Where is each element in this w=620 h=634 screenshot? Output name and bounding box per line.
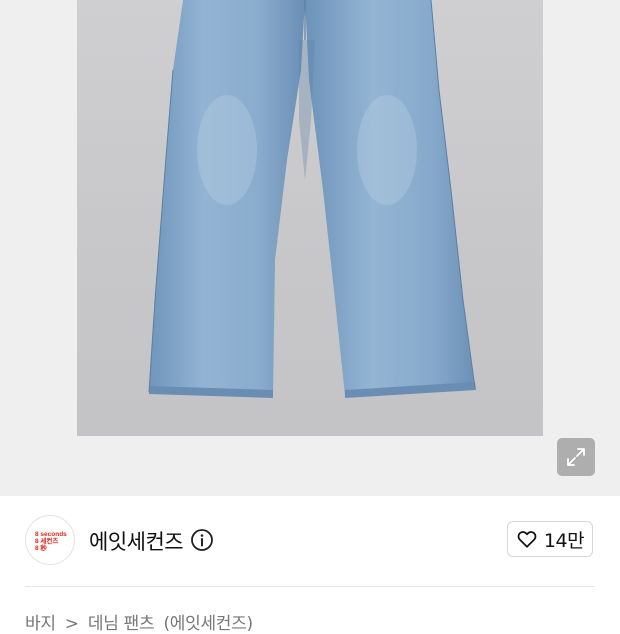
info-circle-icon[interactable]: [190, 528, 214, 552]
brand-logo[interactable]: 8 seconds 8 세컨즈 8 秒: [25, 515, 75, 565]
category-separator: >: [64, 614, 79, 634]
category-breadcrumb: 바지 > 데님 팬츠 (에잇세컨즈): [25, 609, 257, 634]
brand-row: 8 seconds 8 세컨즈 8 秒 에잇세컨즈 14만: [0, 496, 620, 586]
category-brand[interactable]: (에잇세컨즈): [163, 614, 253, 634]
category-sub[interactable]: 데님 팬츠: [88, 614, 155, 634]
brand-name[interactable]: 에잇세컨즈: [89, 526, 184, 556]
expand-arrows-icon: [567, 448, 585, 466]
heart-outline-icon: [517, 531, 537, 548]
brand-logo-line-3: 8 秒: [35, 545, 47, 552]
product-image-area[interactable]: [0, 0, 620, 496]
section-divider: [25, 586, 595, 587]
like-count: 14만: [543, 529, 585, 552]
expand-image-button[interactable]: [557, 438, 595, 476]
category-main[interactable]: 바지: [25, 614, 56, 634]
product-photo-jeans: [148, 0, 476, 398]
like-button[interactable]: 14만: [507, 521, 593, 557]
